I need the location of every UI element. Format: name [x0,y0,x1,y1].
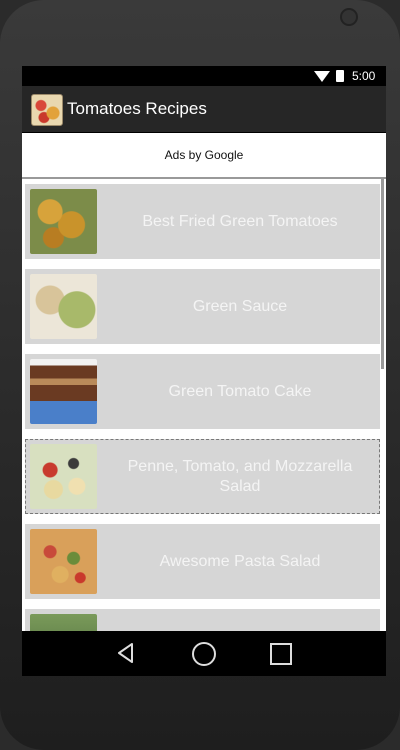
scrollbar[interactable] [381,179,384,369]
list-item[interactable]: Green Tomato Cake [25,354,380,429]
recipe-thumbnail [30,189,97,254]
list-item-selected[interactable]: Penne, Tomato, and Mozzarella Salad [25,439,380,514]
list-item[interactable]: Green Sauce [25,269,380,344]
camera-icon [340,8,358,26]
status-bar: 5:00 [22,66,386,86]
recipe-title: Best Fried Green Tomatoes [142,212,338,230]
recipe-title: Penne, Tomato, and Mozzarella Salad [127,457,353,495]
battery-icon [336,70,344,82]
recipe-thumbnail [30,359,97,424]
status-time: 5:00 [352,69,376,83]
recipe-title: Awesome Pasta Salad [159,552,321,570]
device-frame: 5:00 Tomatoes Recipes Ads by Google Best… [0,0,400,750]
navigation-bar [22,631,386,676]
recipe-list[interactable]: Best Fried Green Tomatoes Green Sauce Gr… [22,179,386,634]
recipe-thumbnail [30,529,97,594]
screen: 5:00 Tomatoes Recipes Ads by Google Best… [22,66,386,676]
app-title: Tomatoes Recipes [67,99,207,118]
ad-banner[interactable]: Ads by Google [22,133,386,179]
action-bar: Tomatoes Recipes [22,86,386,132]
recipe-title: Green Sauce [192,297,288,315]
recipe-title: Green Tomato Cake [168,382,312,400]
home-icon[interactable] [192,642,216,666]
back-icon[interactable] [115,642,137,664]
recents-icon[interactable] [270,643,292,665]
app-logo-icon[interactable] [31,94,63,126]
list-item[interactable]: Awesome Pasta Salad [25,524,380,599]
ad-label: Ads by Google [164,148,244,162]
list-item[interactable]: Best Fried Green Tomatoes [25,184,380,259]
wifi-icon [314,71,330,82]
recipe-thumbnail [30,444,97,509]
recipe-thumbnail [30,274,97,339]
